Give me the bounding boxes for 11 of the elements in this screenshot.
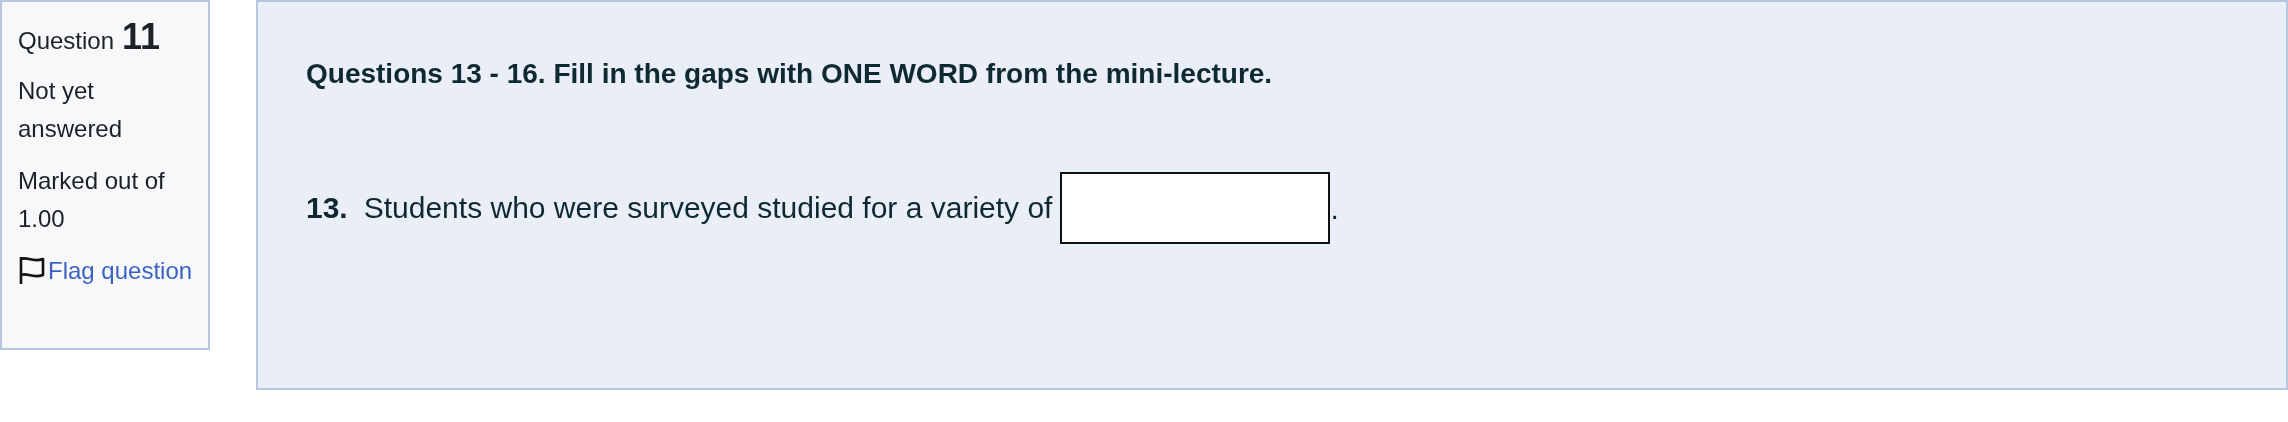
question-mark: Marked out of 1.00 [18, 166, 166, 234]
question-label: Question [18, 27, 115, 55]
question-heading: Questions 13 - 16. Fill in the gaps with ONE WORD from the mini-lecture. [306, 58, 1274, 90]
item-text: Students who were surveyed studied for a variety of [363, 191, 1053, 225]
item-end: . [1330, 192, 1339, 226]
flag-question-link[interactable]: Flag question [48, 257, 193, 284]
flag-icon [18, 255, 46, 285]
item-number: 13. [306, 191, 348, 225]
answer-field[interactable] [1060, 172, 1331, 244]
question-state: Not yet answered [18, 76, 124, 144]
question-number: 11 [122, 16, 161, 58]
